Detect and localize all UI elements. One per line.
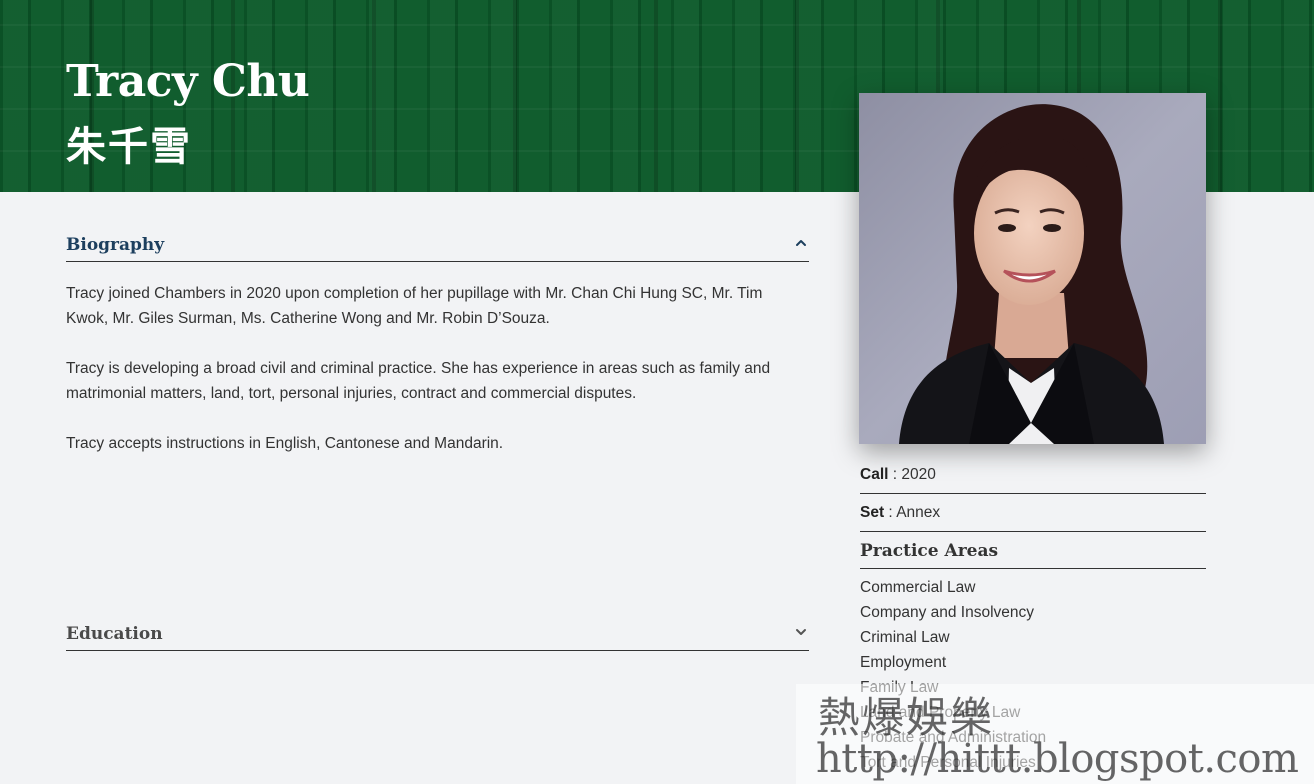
education-accordion-header[interactable]: Education [66, 622, 809, 651]
practice-area-item: Company and Insolvency [860, 604, 1035, 621]
chevron-down-icon[interactable] [795, 626, 807, 638]
practice-area-item: Family Law [860, 679, 939, 696]
practice-area-item: Land and Property Law [860, 704, 1021, 721]
practice-areas-title: Practice Areas [860, 541, 1206, 569]
practice-area-item: Commercial Law [860, 579, 976, 596]
set-label: Set [860, 504, 885, 521]
practice-area-item: Probate and Administration [860, 729, 1047, 746]
biography-accordion-header[interactable]: Biography [66, 233, 809, 262]
call-label: Call [860, 466, 889, 483]
practice-area-item: Criminal Law [860, 629, 950, 646]
practice-areas-list: Commercial Law Company and Insolvency Cr… [860, 575, 1046, 775]
practice-area-item: Tort and Personal Injuries [860, 754, 1036, 771]
barrister-name: Tracy Chu [66, 56, 310, 107]
call-value: : 2020 [888, 466, 936, 483]
biography-paragraph: Tracy accepts instructions in English, C… [66, 435, 504, 452]
chambers-set: Set : Annex [860, 504, 1206, 532]
chevron-up-icon[interactable] [795, 237, 807, 249]
biography-paragraph: Tracy joined Chambers in 2020 upon compl… [66, 285, 763, 327]
education-title: Education [66, 624, 163, 644]
barrister-name-chinese: 朱千雪 [66, 124, 192, 170]
set-value: : Annex [884, 504, 941, 521]
profile-photo [859, 93, 1206, 444]
biography-content: Tracy joined Chambers in 2020 upon compl… [66, 281, 806, 481]
biography-title: Biography [66, 235, 165, 255]
practice-area-item: Employment [860, 654, 947, 671]
biography-paragraph: Tracy is developing a broad civil and cr… [66, 360, 771, 402]
call-year: Call : 2020 [860, 466, 1206, 494]
